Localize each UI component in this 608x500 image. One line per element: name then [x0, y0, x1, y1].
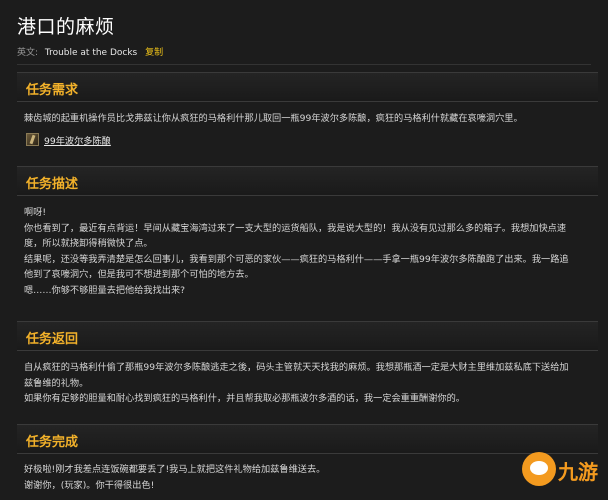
section-heading: 任务描述: [26, 177, 79, 192]
section-heading: 任务需求: [26, 83, 79, 98]
section-header-return: 任务返回: [17, 321, 598, 351]
quest-page: 港口的麻烦 英文: Trouble at the Docks 复制 任务需求 棘…: [0, 0, 608, 500]
section-header-description: 任务描述: [17, 166, 598, 196]
item-link[interactable]: 99年波尔多陈酿: [44, 133, 111, 147]
completion-text: 好极啦!刚才我差点连饭碗都要丢了!我马上就把这件礼物给加兹鲁维送去。 谢谢你，(…: [24, 462, 599, 493]
watermark-text: 九游: [558, 460, 598, 484]
text-line: 自从疯狂的马格利什偷了那瓶99年波尔多陈酿逃走之後，码头主管就天天找我的麻烦。我…: [24, 362, 569, 373]
english-name: Trouble at the Docks: [44, 48, 138, 58]
text-line: 如果你有足够的胆量和耐心找到疯狂的马格利什，并且帮我取必那瓶波尔多酒的话，我一定…: [24, 393, 465, 405]
page-title: 港口的麻烦: [17, 16, 115, 38]
text-line: 嗯……你够不够胆量去把他给我找出来?: [24, 284, 186, 296]
return-text: 自从疯狂的马格利什偷了那瓶99年波尔多陈酿逃走之後，码头主管就天天找我的麻烦。我…: [24, 360, 599, 407]
section-header-completion: 任务完成: [17, 424, 598, 454]
section-heading: 任务完成: [26, 435, 79, 450]
text-line: 他到了哀嚎洞穴，但是我可不想进到那个可怕的地方去。: [24, 269, 254, 281]
description-text: 啊呀! 你也看到了，最近有点背运！早间从藏宝海湾过来了一支大型的运货船队，我是说…: [24, 205, 599, 299]
copy-button[interactable]: 复制: [145, 48, 163, 58]
section-heading: 任务返回: [26, 332, 79, 347]
divider: [17, 64, 591, 65]
text-line: 棘齿城的起重机操作员比戈弗兹让你从疯狂的马格利什那儿取回一瓶99年波尔多陈酿，疯…: [24, 113, 523, 124]
text-line: 你也看到了，最近有点背运！早间从藏宝海湾过来了一支大型的运货船队，我是说大型的！…: [24, 222, 567, 234]
text-line: 度，所以就挠卸得稍微快了点。: [24, 238, 153, 250]
section-header-requirements: 任务需求: [17, 72, 598, 102]
text-line: 啊呀!: [24, 207, 47, 218]
text-line: 好极啦!刚才我差点连饭碗都要丢了!我马上就把这件礼物给加兹鲁维送去。: [24, 464, 326, 475]
english-label: 英文:: [17, 48, 39, 58]
watermark-logo: 九游: [522, 450, 608, 490]
text-line: 兹鲁维的礼物。: [24, 377, 89, 389]
text-line: 结果呢，还没等我弄清楚是怎么回事儿，我看到那个可恶的家伙——疯狂的马格利什——手…: [24, 253, 569, 265]
text-line: 谢谢你，(玩家)。你干得很出色!: [24, 479, 155, 491]
english-name-row: 英文: Trouble at the Docks 复制: [17, 45, 163, 58]
wine-bottle-icon: [26, 133, 39, 146]
jiuyou-logo-icon: [522, 452, 556, 486]
requirements-text: 棘齿城的起重机操作员比戈弗兹让你从疯狂的马格利什那儿取回一瓶99年波尔多陈酿，疯…: [24, 111, 599, 127]
